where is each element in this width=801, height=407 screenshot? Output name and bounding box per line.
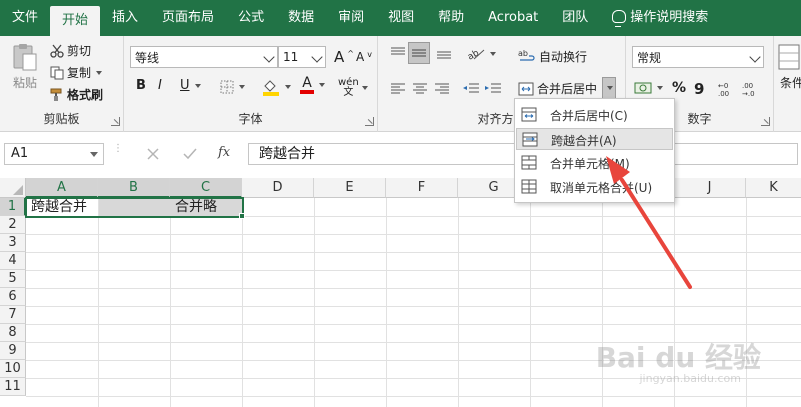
watermark-url: jingyan.baidu.com: [639, 372, 741, 385]
watermark-brand: Bai du 经验: [595, 341, 761, 374]
